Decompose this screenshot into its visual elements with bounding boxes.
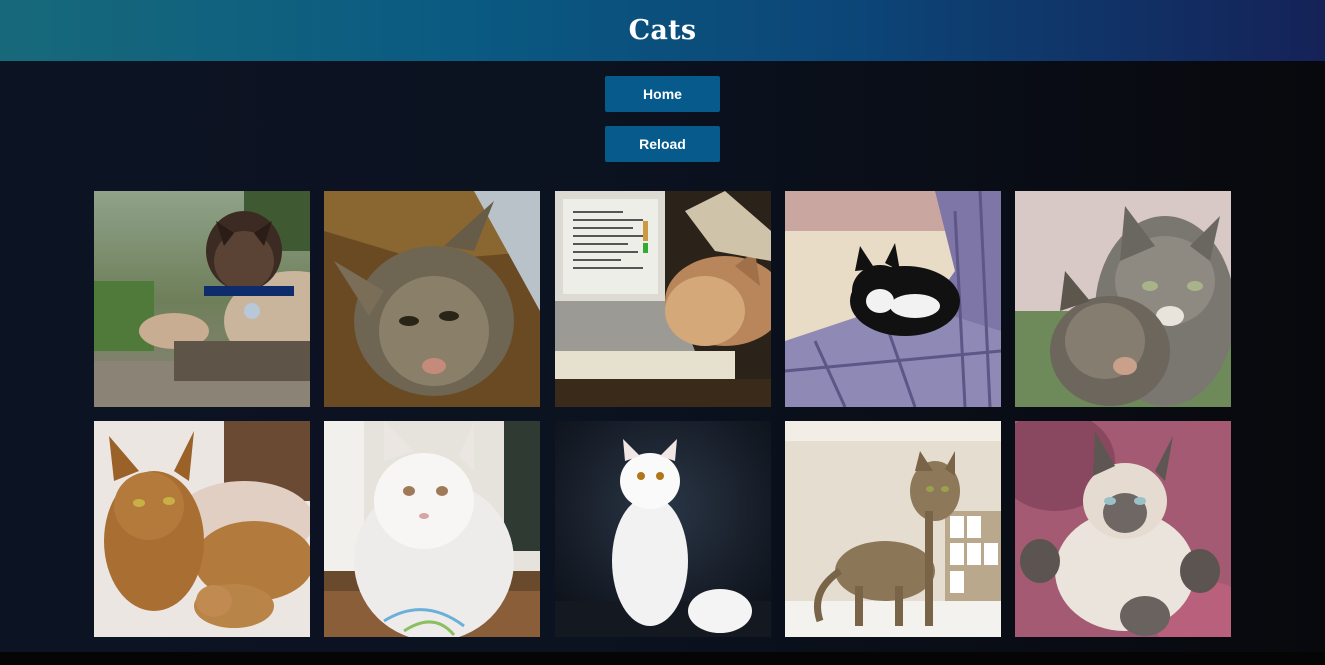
two-tabby-cats-photo xyxy=(1015,191,1231,407)
cat-image[interactable] xyxy=(324,421,541,637)
ruddy-cat-standing-photo xyxy=(784,421,1001,637)
page: Cats Home Reload xyxy=(0,0,1325,652)
reload-button[interactable]: Reload xyxy=(605,126,720,162)
siamese-cat-outdoors-photo xyxy=(94,191,310,407)
cat-image[interactable] xyxy=(1015,421,1231,637)
cat-image[interactable] xyxy=(94,421,310,637)
cat-image[interactable] xyxy=(554,191,771,407)
cat-image[interactable] xyxy=(324,191,541,407)
abyssinian-cat-with-kitten-photo xyxy=(94,421,310,637)
tabby-cat-in-box-photo xyxy=(324,191,541,407)
black-white-cat-on-bed-photo xyxy=(784,191,1001,407)
home-button[interactable]: Home xyxy=(605,76,720,112)
app-header: Cats xyxy=(0,0,1325,61)
cat-beside-laptop-photo xyxy=(554,191,771,407)
page-title: Cats xyxy=(628,15,697,46)
white-persian-cat-on-floor-photo xyxy=(324,421,541,637)
cat-image[interactable] xyxy=(784,421,1001,637)
white-persian-cat-dark-backdrop-photo xyxy=(554,421,771,637)
cat-image[interactable] xyxy=(1015,191,1231,407)
cat-image[interactable] xyxy=(784,191,1001,407)
cat-gallery xyxy=(94,191,1231,637)
siamese-cat-lying-on-back-photo xyxy=(1015,421,1231,637)
cat-image[interactable] xyxy=(554,421,771,637)
cat-image[interactable] xyxy=(94,191,310,407)
footer-bar xyxy=(0,652,1325,665)
